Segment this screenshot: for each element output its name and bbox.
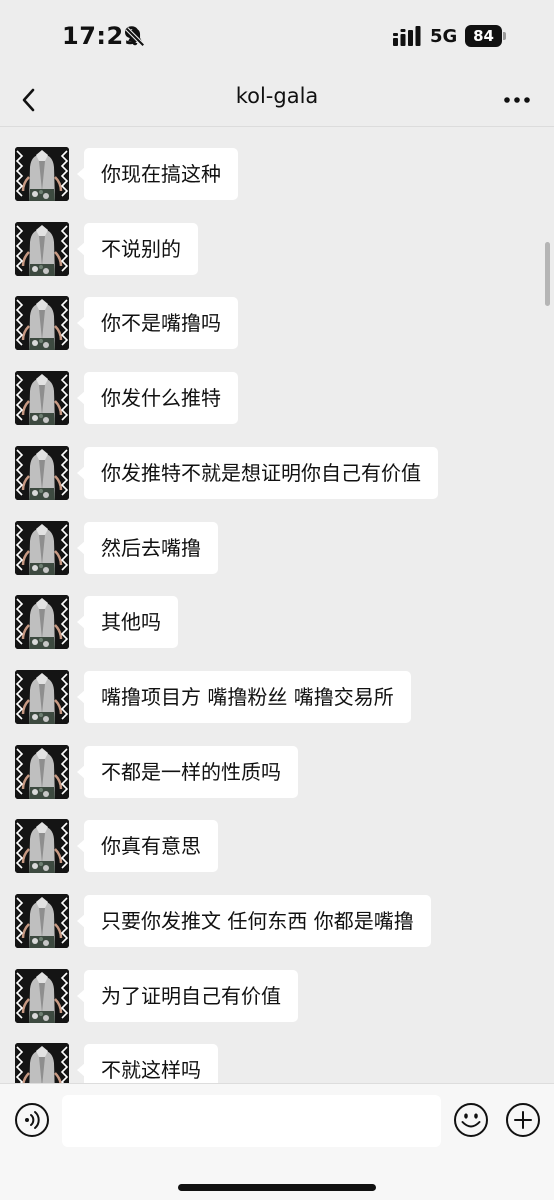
message-bubble[interactable]: 嘴撸项目方 嘴撸粉丝 嘴撸交易所	[77, 671, 411, 723]
message-bubble[interactable]: 不说别的	[77, 223, 198, 275]
avatar[interactable]	[15, 670, 69, 724]
message-bubble[interactable]: 不都是一样的性质吗	[77, 746, 298, 798]
message-bubble[interactable]: 只要你发推文 任何东西 你都是嘴撸	[77, 895, 431, 947]
network-type: 5G	[430, 26, 458, 47]
avatar[interactable]	[15, 222, 69, 276]
plus-icon[interactable]	[505, 1102, 541, 1138]
battery-tip	[503, 32, 506, 40]
message-bubble[interactable]: 你真有意思	[77, 820, 218, 872]
avatar[interactable]	[15, 446, 69, 500]
emoji-icon[interactable]	[453, 1102, 489, 1138]
message-bubble[interactable]: 你不是嘴撸吗	[77, 297, 238, 349]
message-input[interactable]	[62, 1095, 441, 1147]
avatar[interactable]	[15, 894, 69, 948]
battery-icon: 84	[465, 25, 507, 47]
chat-message-list[interactable]: 你现在搞这种 不说别的你不是嘴撸吗 你发什么推特你发推特不就是想证明你自己有价值 然后…	[0, 127, 554, 1083]
voice-icon[interactable]	[14, 1102, 50, 1138]
battery-level: 84	[465, 25, 502, 47]
home-indicator[interactable]	[178, 1184, 376, 1191]
avatar[interactable]	[15, 371, 69, 425]
avatar[interactable]	[15, 745, 69, 799]
message-bubble[interactable]: 你发推特不就是想证明你自己有价值	[77, 447, 438, 499]
status-bar: 17:29 5G 84	[0, 0, 554, 74]
ellipsis-icon[interactable]	[500, 88, 534, 112]
avatar[interactable]	[15, 595, 69, 649]
avatar[interactable]	[15, 1043, 69, 1083]
signal-icon	[393, 26, 421, 46]
chat-scrollbar[interactable]	[545, 242, 550, 306]
message-bubble[interactable]: 然后去嘴撸	[77, 522, 218, 574]
avatar[interactable]	[15, 819, 69, 873]
chat-title: kol-gala	[235, 84, 319, 108]
nav-bar: kol-gala	[0, 74, 554, 126]
message-bubble[interactable]: 为了证明自己有价值	[77, 970, 298, 1022]
avatar[interactable]	[15, 969, 69, 1023]
bell-off-icon	[125, 27, 145, 47]
input-bar	[0, 1083, 554, 1200]
avatar[interactable]	[15, 147, 69, 201]
avatar[interactable]	[15, 296, 69, 350]
message-bubble[interactable]: 不就这样吗	[77, 1044, 218, 1083]
message-bubble[interactable]: 其他吗	[77, 596, 178, 648]
message-bubble[interactable]: 你发什么推特	[77, 372, 238, 424]
message-bubble[interactable]: 你现在搞这种	[77, 148, 238, 200]
avatar[interactable]	[15, 521, 69, 575]
